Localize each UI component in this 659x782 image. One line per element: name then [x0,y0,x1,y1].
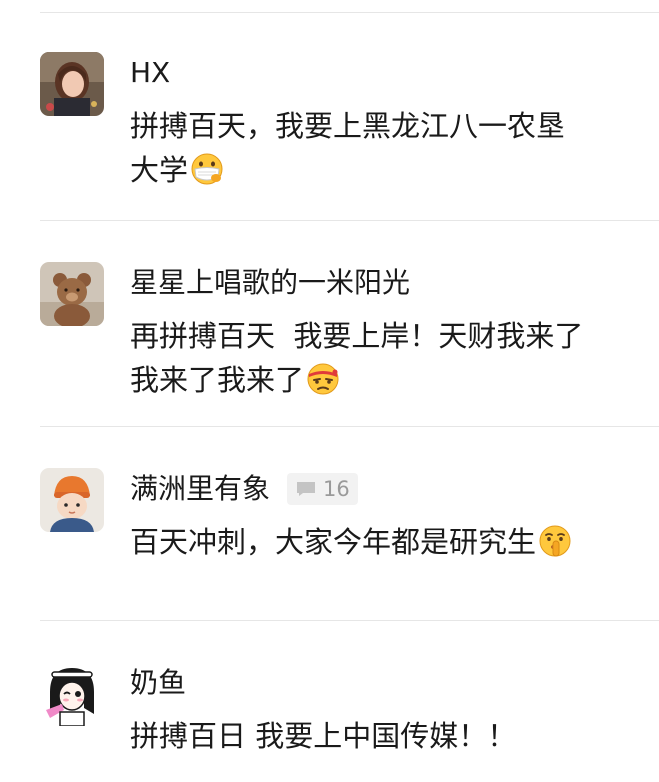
username[interactable]: 满洲里有象 [130,472,270,506]
avatar[interactable] [40,262,104,326]
comment-text: 百天冲刺，大家今年都是研究生 [130,520,640,564]
divider [40,220,659,221]
username[interactable]: 星星上唱歌的一米阳光 [130,266,410,300]
comment-text: 拼搏百日 我要上中国传媒！！ [130,714,640,758]
avatar[interactable] [40,662,104,726]
comment-text-segment: 百天冲刺，大家今年都是研究生 [130,525,537,559]
comment-text-line: 拼搏百天，我要上黑龙江八一农垦 [130,109,566,143]
divider [40,620,659,621]
comment-text-segment: 大学 [130,153,189,187]
username[interactable]: 奶鱼 [130,666,186,700]
username[interactable]: HX [130,56,170,90]
comment-text-segment: 我来了我来了 [130,363,305,397]
comment-text-line: 拼搏百日 我要上中国传媒！！ [130,719,517,753]
comment-bubble-icon [297,482,315,496]
comment-text: 再拼搏百天 我要上岸！天财我来了 我来了我来了 [130,314,640,402]
girl-photo-avatar-icon [40,52,104,116]
baby-orange-hat-avatar-icon [40,468,104,532]
comment-feed: HX 拼搏百天，我要上黑龙江八一农垦 大学 星星上唱歌的一米阳光 再拼搏百天 我… [0,0,659,782]
teddy-bear-avatar-icon [40,262,104,326]
divider [40,426,659,427]
face-with-medical-mask-icon [190,152,224,186]
shushing-face-icon [538,524,572,558]
cartoon-girl-avatar-icon [40,662,104,726]
comment-text-line: 百天冲刺，大家今年都是研究生 [130,520,640,564]
comment-text-line: 再拼搏百天 我要上岸！天财我来了 [130,319,584,353]
avatar[interactable] [40,52,104,116]
reply-count-badge[interactable]: 16 [287,473,358,505]
reply-count: 16 [323,477,350,501]
comment-text-line: 我来了我来了 [130,358,640,402]
face-with-headband-determined-icon [306,362,340,396]
comment-text: 拼搏百天，我要上黑龙江八一农垦 大学 [130,104,640,192]
avatar[interactable] [40,468,104,532]
divider [40,12,659,13]
comment-text-line: 大学 [130,148,640,192]
